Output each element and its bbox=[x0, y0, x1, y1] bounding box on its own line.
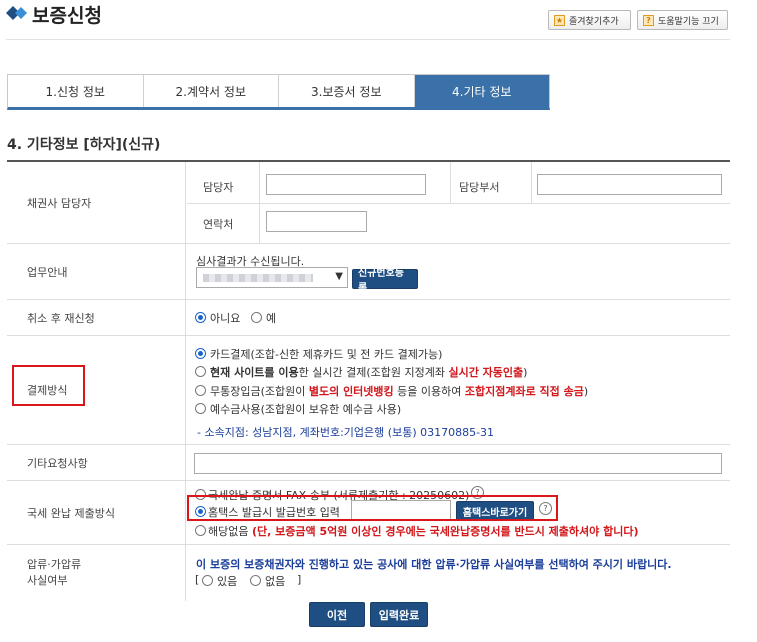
reapply-yes-radio[interactable] bbox=[251, 312, 262, 323]
phone-select[interactable]: ▼ bbox=[196, 267, 348, 288]
tax-submission-label: 국세 완납 제출방식 bbox=[7, 481, 186, 544]
seizure-yes-label: 있음 bbox=[217, 575, 238, 588]
payment-realtime-label: 현재 사이트를 이용한 실시간 결제(조합원 지정계좌 실시간 자동인출) bbox=[210, 366, 528, 379]
bookmark-button-label: 즐겨찾기추가 bbox=[569, 16, 619, 27]
payment-realtime-radio[interactable] bbox=[195, 366, 206, 377]
payment-card-label: 카드결제(조합-신한 제휴카드 및 전 카드 결제가능) bbox=[210, 348, 443, 361]
reapply-no-label: 아니요 bbox=[210, 312, 241, 325]
dept-input[interactable] bbox=[537, 174, 722, 195]
tab-other-info[interactable]: 4.기타 정보 bbox=[414, 75, 549, 107]
section-title: 4. 기타정보 [하자](신규) bbox=[7, 137, 161, 153]
tab-contract-info[interactable]: 2.계약서 정보 bbox=[143, 75, 279, 107]
blurred-value bbox=[203, 274, 313, 282]
bookmark-button[interactable]: ★ 즐겨찾기추가 bbox=[548, 10, 631, 30]
bookmark-icon: ★ bbox=[554, 14, 565, 26]
row-payment-method: 결제방식 카드결제(조합-신한 제휴카드 및 전 카드 결제가능) 현재 사이트… bbox=[7, 336, 730, 445]
payment-deposit-radio[interactable] bbox=[195, 403, 206, 414]
other-request-label: 기타요청사항 bbox=[7, 445, 186, 480]
reapply-label: 취소 후 재신청 bbox=[7, 300, 186, 335]
divider bbox=[531, 162, 532, 203]
tab-application-info[interactable]: 1.신청 정보 bbox=[8, 75, 144, 107]
row-business-notice: 업무안내 심사결과가 수신됩니다. ▼ 신규번호등록 bbox=[7, 244, 730, 300]
tax-none-label: 해당없음 (단, 보증금액 5억원 이상인 경우에는 국세완납증명서를 반드시 … bbox=[208, 525, 639, 538]
seizure-yes-radio[interactable] bbox=[202, 575, 213, 586]
seizure-label: 압류·가압류 사실여부 bbox=[7, 545, 186, 601]
reapply-no-radio[interactable] bbox=[195, 312, 206, 323]
help-toggle-label: 도움말기능 끄기 bbox=[658, 16, 719, 27]
business-notice-label: 업무안내 bbox=[7, 244, 186, 299]
dept-label: 담당부서 bbox=[459, 181, 500, 194]
seizure-no-radio[interactable] bbox=[250, 575, 261, 586]
tab-guarantee-info[interactable]: 3.보증서 정보 bbox=[279, 75, 415, 107]
creditor-manager-label: 채권사 담당자 bbox=[7, 162, 186, 243]
prev-button[interactable]: 이전 bbox=[309, 602, 365, 627]
tab-label: 4.기타 정보 bbox=[452, 84, 512, 99]
payment-transfer-radio[interactable] bbox=[195, 385, 206, 396]
tax-none-radio[interactable] bbox=[195, 525, 206, 536]
submit-button[interactable]: 입력완료 bbox=[370, 602, 428, 627]
bracket-close: ] bbox=[297, 573, 302, 586]
register-new-number-button[interactable]: 신규번호등록 bbox=[352, 268, 418, 294]
tab-label: 3.보증서 정보 bbox=[311, 84, 382, 99]
payment-deposit-label: 예수금사용(조합원이 보유한 예수금 사용) bbox=[210, 403, 402, 416]
seizure-label-line2: 사실여부 bbox=[27, 574, 68, 587]
account-info-text: - 소속지점: 성남지점, 계좌번호:기업은행 (보통) 03170885-31 bbox=[197, 426, 495, 439]
contact-input[interactable] bbox=[266, 211, 367, 232]
divider bbox=[187, 203, 730, 204]
help-toggle-button[interactable]: ? 도움말기능 끄기 bbox=[637, 10, 728, 30]
other-request-input[interactable] bbox=[194, 453, 722, 474]
contact-label: 연락처 bbox=[203, 218, 234, 231]
row-reapply: 취소 후 재신청 아니요 예 bbox=[7, 300, 730, 336]
highlight-box-payment bbox=[12, 365, 85, 406]
seizure-question-text: 이 보증의 보증채권자와 진행하고 있는 공사에 대한 압류·가압류 사실여부를… bbox=[196, 558, 672, 571]
manager-input[interactable] bbox=[266, 174, 426, 195]
page-header: 보증신청 ★ 즐겨찾기추가 ? 도움말기능 끄기 bbox=[0, 0, 757, 40]
diamond-bullet-icon bbox=[6, 6, 27, 20]
highlight-box-hometax bbox=[187, 495, 558, 521]
page-title: 보증신청 bbox=[32, 5, 102, 27]
row-creditor-manager: 채권사 담당자 담당자 담당부서 연락처 bbox=[7, 162, 730, 244]
tab-label: 1.신청 정보 bbox=[45, 84, 105, 99]
other-info-form: 채권사 담당자 담당자 담당부서 연락처 업무안내 심사결과가 수신됩니다. ▼… bbox=[7, 160, 730, 601]
row-seizure: 압류·가압류 사실여부 이 보증의 보증채권자와 진행하고 있는 공사에 대한 … bbox=[7, 545, 730, 601]
step-tabs: 1.신청 정보 2.계약서 정보 3.보증서 정보 4.기타 정보 bbox=[7, 74, 550, 110]
seizure-no-label: 없음 bbox=[265, 575, 286, 588]
divider bbox=[450, 162, 451, 203]
payment-transfer-label: 무통장입금(조합원이 별도의 인터넷뱅킹 등을 이용하여 조합지점계좌로 직접 … bbox=[210, 385, 589, 398]
payment-card-radio[interactable] bbox=[195, 348, 206, 359]
manager-label: 담당자 bbox=[203, 181, 234, 194]
chevron-down-icon: ▼ bbox=[335, 271, 343, 282]
help-icon: ? bbox=[643, 14, 654, 26]
bracket-open: [ bbox=[195, 573, 200, 586]
reapply-yes-label: 예 bbox=[266, 312, 277, 325]
header-divider bbox=[6, 39, 730, 40]
row-other-request: 기타요청사항 bbox=[7, 445, 730, 481]
seizure-label-line1: 압류·가압류 bbox=[27, 558, 82, 571]
tab-label: 2.계약서 정보 bbox=[175, 84, 246, 99]
